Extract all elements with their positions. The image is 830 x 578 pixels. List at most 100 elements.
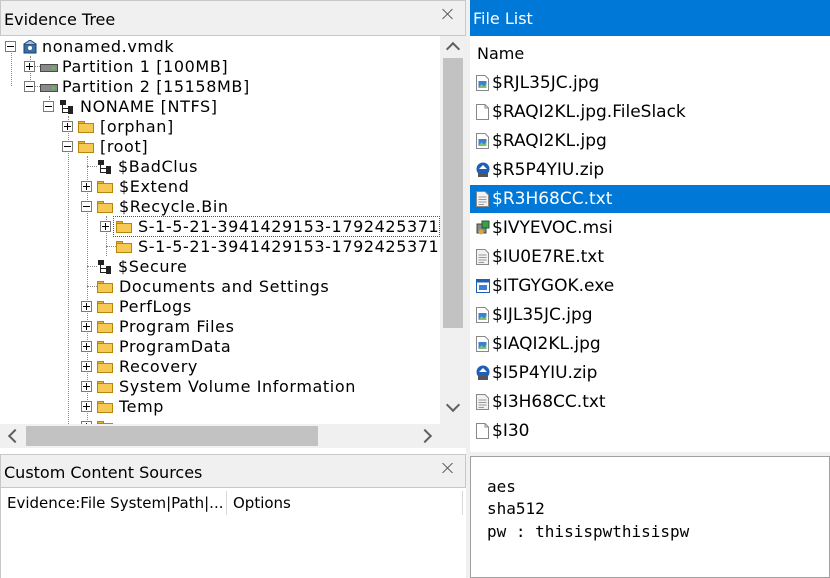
custom-content-sources-columns: Evidence:File System|Path|... Options: [1, 489, 463, 519]
partition-icon: [40, 64, 58, 72]
file-row[interactable]: $IJL35JC.jpg: [470, 301, 830, 329]
preview-line: sha512: [487, 499, 545, 518]
file-row[interactable]: $RJL35JC.jpg: [470, 69, 830, 97]
folder-icon: [78, 141, 94, 153]
expand-icon[interactable]: [81, 401, 92, 412]
preview-line: aes: [487, 477, 516, 496]
file-row[interactable]: $R3H68CC.txt: [470, 185, 830, 213]
column-header-options[interactable]: Options: [233, 494, 291, 512]
collapse-icon[interactable]: [81, 201, 92, 212]
file-row[interactable]: $I3H68CC.txt: [470, 388, 830, 416]
filesystem-icon: [59, 100, 73, 114]
collapse-icon[interactable]: [62, 141, 73, 152]
collapse-icon[interactable]: [43, 101, 54, 112]
system-file-icon: [97, 260, 111, 274]
file-name: $R5P4YIU.zip: [492, 160, 605, 180]
file-row[interactable]: $I5P4YIU.zip: [470, 359, 830, 387]
tree-guide-line: [68, 116, 69, 424]
text-file-icon: [476, 191, 489, 207]
partition-icon: [40, 84, 58, 92]
file-name: $RAQI2KL.jpg.FileSlack: [492, 102, 686, 122]
folder-icon: [97, 181, 113, 193]
expand-icon[interactable]: [81, 361, 92, 372]
file-row[interactable]: $IU0E7RE.txt: [470, 243, 830, 271]
file-row[interactable]: $RAQI2KL.jpg.FileSlack: [470, 98, 830, 126]
text-file-icon: [476, 249, 489, 265]
collapse-icon[interactable]: [5, 41, 16, 52]
file-row[interactable]: $I30: [470, 417, 830, 445]
tree-guide-line: [87, 286, 97, 287]
file-name: $IU0E7RE.txt: [492, 247, 604, 267]
file-name: $I3H68CC.txt: [492, 392, 606, 412]
image-file-icon: [476, 336, 489, 352]
folder-icon: [116, 221, 132, 233]
file-name: $I5P4YIU.zip: [492, 363, 598, 383]
file-list-title: File List: [473, 9, 533, 28]
folder-icon: [97, 401, 113, 413]
file-name: $ITGYGOK.exe: [492, 276, 615, 296]
expand-icon[interactable]: [24, 61, 35, 72]
text-preview-pane[interactable]: aes sha512 pw : thisispwthisispw: [470, 456, 830, 578]
file-name: $I30: [492, 421, 530, 441]
custom-content-sources-title: Custom Content Sources: [4, 463, 203, 482]
evidence-tree-title: Evidence Tree: [4, 10, 116, 29]
expand-icon[interactable]: [62, 121, 73, 132]
folder-icon: [97, 321, 113, 333]
custom-content-sources-header: Custom Content Sources: [0, 454, 466, 488]
evidence-tree: nonamed.vmdk Partition 1 [100MB] Partiti…: [0, 36, 440, 424]
folder-icon: [78, 121, 94, 133]
file-row[interactable]: $IVYEVOC.msi: [470, 214, 830, 242]
expand-icon[interactable]: [100, 221, 111, 232]
preview-line: pw : thisispwthisispw: [487, 522, 690, 541]
folder-icon: [116, 241, 132, 253]
column-separator[interactable]: [226, 491, 227, 515]
file-row[interactable]: $RAQI2KL.jpg: [470, 127, 830, 155]
file-row[interactable]: $ITGYGOK.exe: [470, 272, 830, 300]
evidence-tree-header: Evidence Tree: [0, 0, 466, 36]
tree-guide-line: [106, 246, 116, 247]
zip-file-icon: [476, 162, 490, 178]
expand-icon[interactable]: [81, 181, 92, 192]
tree-vertical-scroll-thumb[interactable]: [443, 58, 463, 328]
file-name: $IVYEVOC.msi: [492, 218, 613, 238]
disk-image-icon: [23, 40, 37, 54]
folder-icon: [97, 201, 113, 213]
close-icon[interactable]: [440, 6, 456, 22]
blank-file-icon: [476, 104, 489, 120]
folder-icon: [97, 381, 113, 393]
scrollbar-corner: [440, 424, 466, 448]
column-header-name[interactable]: Name: [477, 44, 524, 63]
system-file-icon: [97, 160, 111, 174]
exe-file-icon: [476, 278, 490, 294]
folder-icon: [97, 281, 113, 293]
tree-guide-line: [87, 266, 97, 267]
installer-file-icon: [476, 220, 490, 236]
file-name: $RAQI2KL.jpg: [492, 131, 607, 151]
column-header-evidence[interactable]: Evidence:File System|Path|...: [7, 494, 223, 512]
folder-icon: [97, 341, 113, 353]
folder-icon: [97, 301, 113, 313]
file-row[interactable]: $R5P4YIU.zip: [470, 156, 830, 184]
tree-guide-line: [87, 166, 97, 167]
file-row[interactable]: $IAQI2KL.jpg: [470, 330, 830, 358]
file-name: $RJL35JC.jpg: [492, 73, 600, 93]
folder-icon: [97, 361, 113, 373]
file-list-header: File List: [470, 0, 830, 36]
file-name: $IAQI2KL.jpg: [492, 334, 601, 354]
close-icon[interactable]: [440, 460, 456, 476]
image-file-icon: [476, 75, 489, 91]
image-file-icon: [476, 133, 489, 149]
image-file-icon: [476, 307, 489, 323]
file-name: $R3H68CC.txt: [492, 189, 613, 209]
tree-horizontal-scroll-thumb[interactable]: [26, 426, 318, 446]
text-file-icon: [476, 394, 489, 410]
file-name: $IJL35JC.jpg: [492, 305, 593, 325]
blank-file-icon: [476, 423, 489, 439]
expand-icon[interactable]: [81, 341, 92, 352]
expand-icon[interactable]: [81, 301, 92, 312]
expand-icon[interactable]: [81, 381, 92, 392]
column-separator[interactable]: [462, 491, 463, 515]
collapse-icon[interactable]: [24, 81, 35, 92]
expand-icon[interactable]: [81, 321, 92, 332]
zip-file-icon: [476, 365, 490, 381]
